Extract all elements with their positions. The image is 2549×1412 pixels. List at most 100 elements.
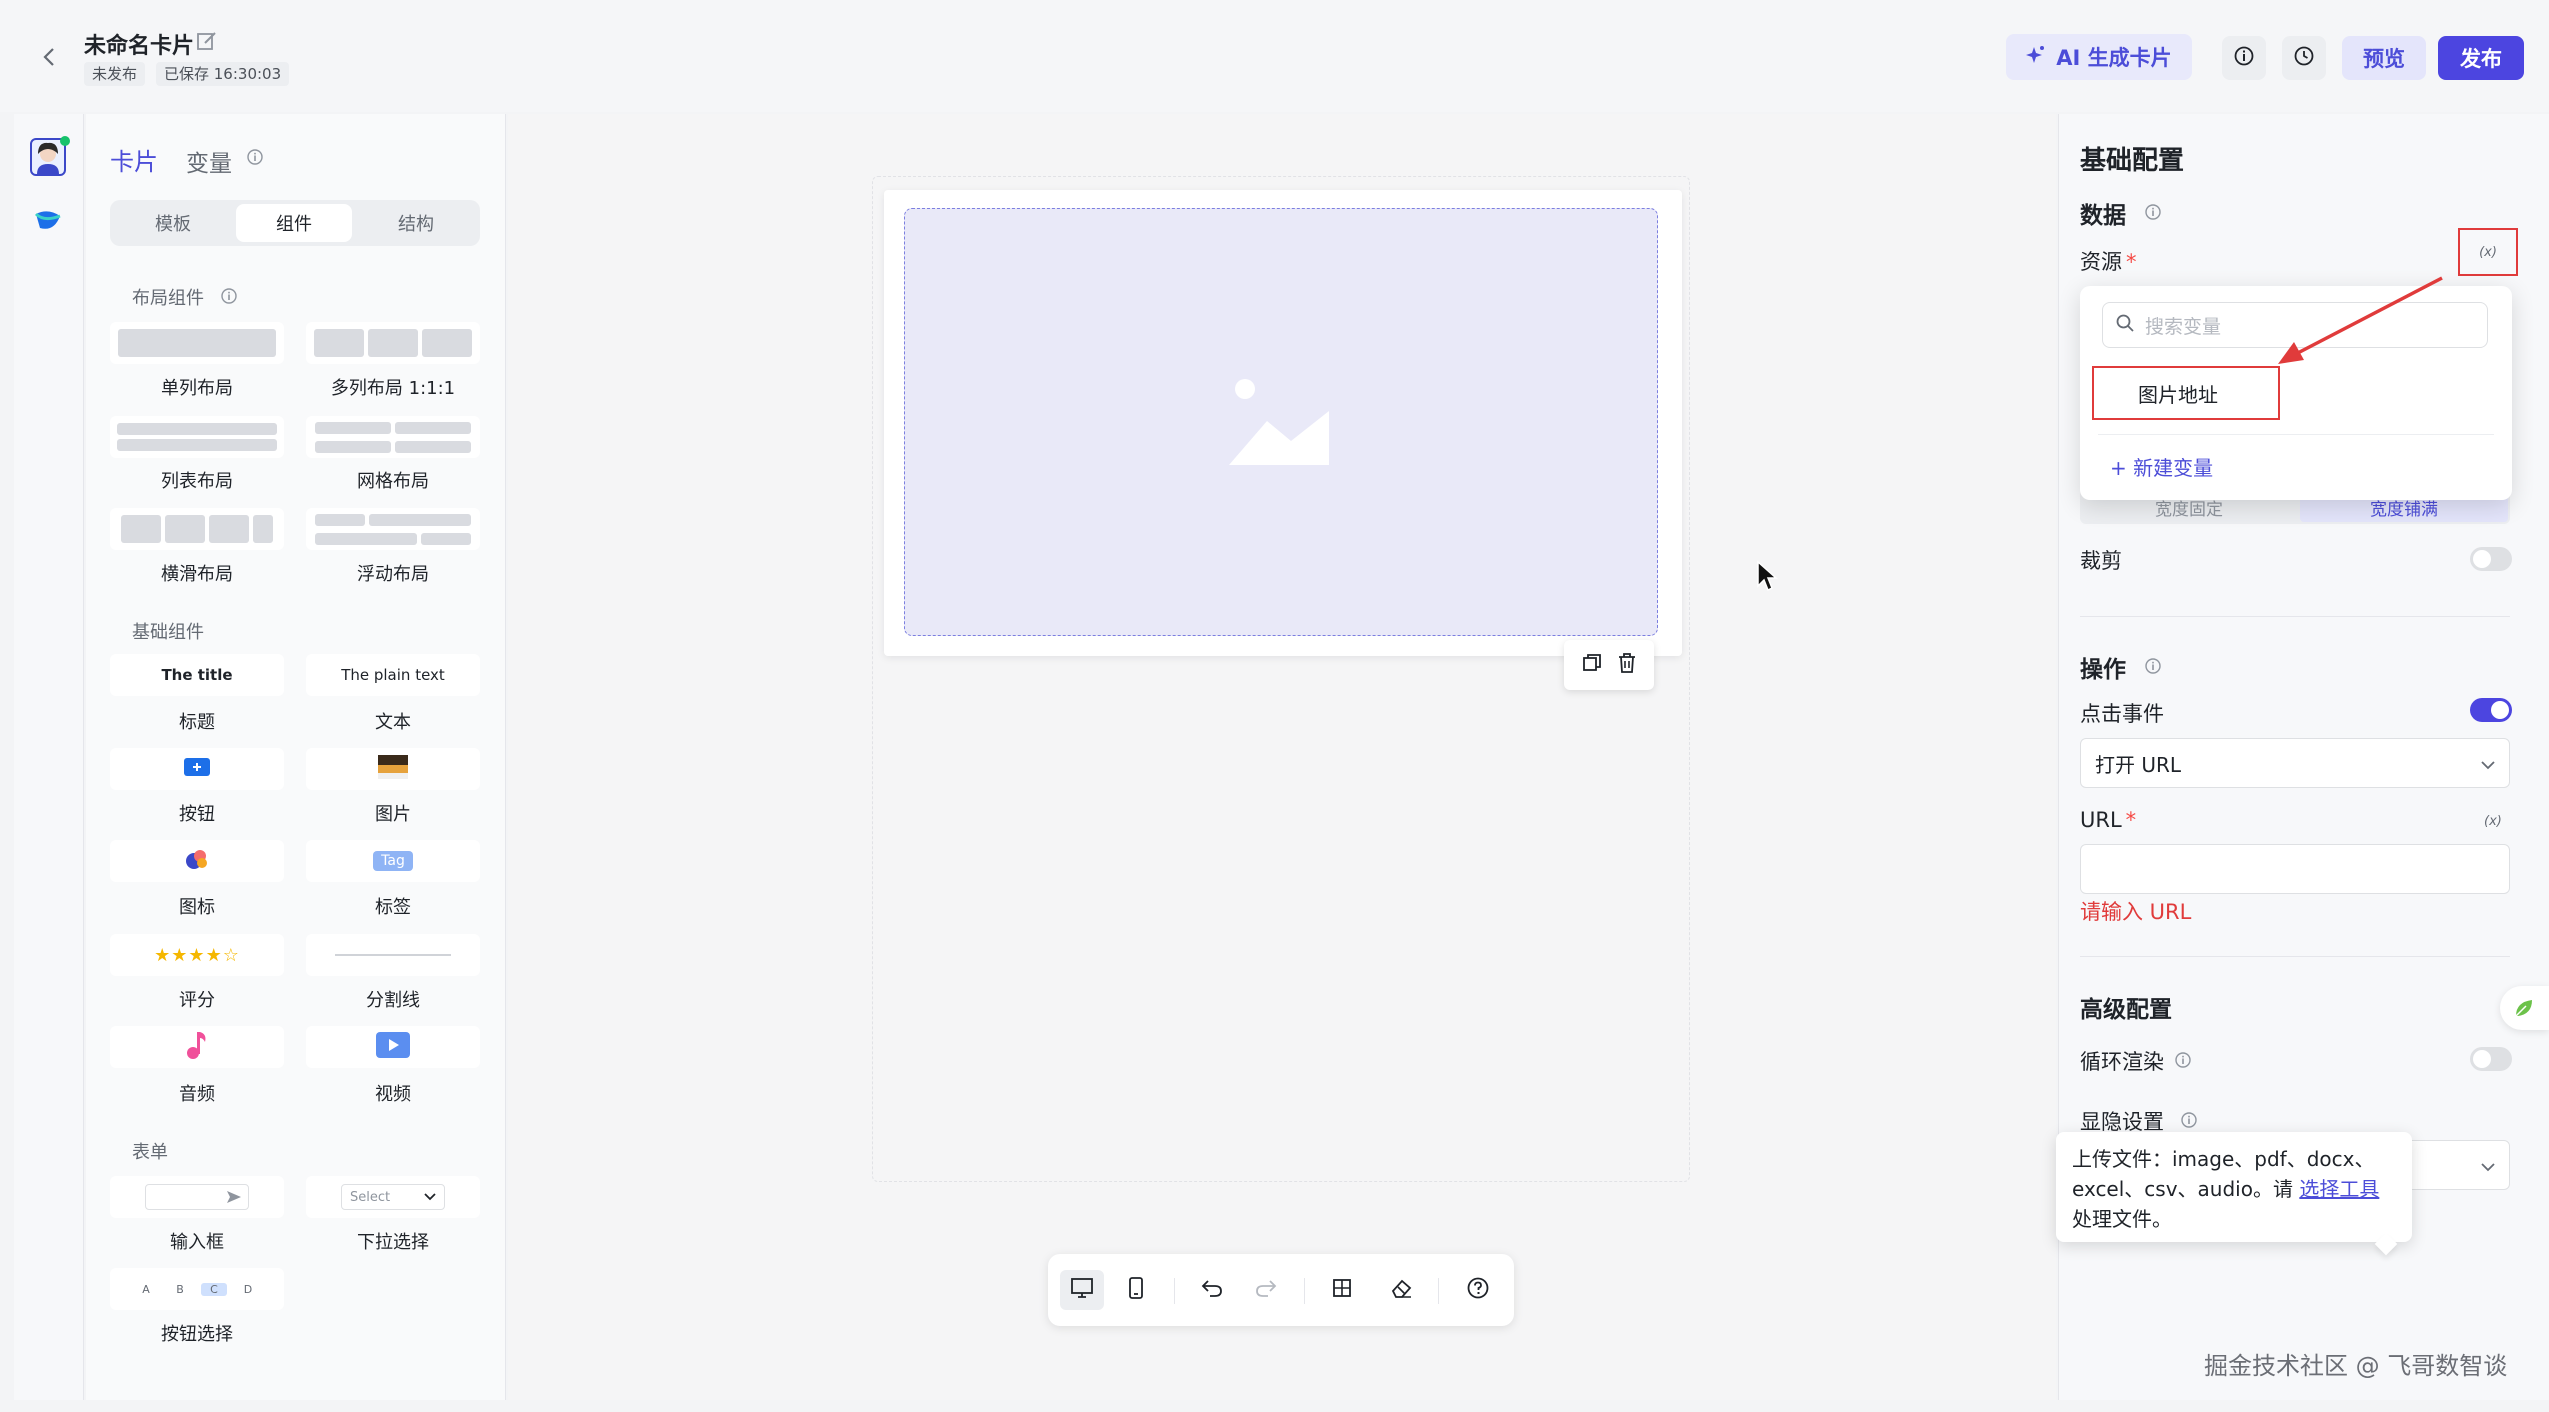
tile-label: 视频 <box>375 1084 411 1105</box>
layout-section-title: 布局组件 <box>132 288 204 309</box>
grid-layout-tile[interactable] <box>306 416 480 458</box>
variable-option-image-url[interactable]: 图片地址 <box>2092 366 2280 420</box>
select-preview: Select <box>341 1184 445 1210</box>
input-component-tile[interactable] <box>110 1176 284 1218</box>
tile-label: 音频 <box>179 1084 215 1105</box>
advanced-heading: 高级配置 <box>2080 997 2172 1023</box>
help-button[interactable] <box>1456 1270 1500 1310</box>
card-title: 未命名卡片 <box>84 34 195 59</box>
annotation-arrow <box>2278 276 2443 364</box>
status-badge: 未发布 <box>84 62 146 86</box>
button-component-tile[interactable] <box>110 748 284 790</box>
preview-button[interactable]: 预览 <box>2342 36 2426 80</box>
rating-component-tile[interactable]: ★★★★☆ <box>110 934 284 976</box>
loop-render-toggle[interactable] <box>2470 1047 2512 1071</box>
publish-button[interactable]: 发布 <box>2438 36 2524 80</box>
copy-icon[interactable] <box>1581 652 1603 679</box>
redo-icon <box>1254 1278 1278 1303</box>
tile-label: 按钮选择 <box>161 1324 233 1345</box>
click-action-value: 打开 URL <box>2095 752 2182 777</box>
tab-variable[interactable]: 变量 <box>186 144 232 178</box>
chevron-down-icon <box>2481 751 2495 775</box>
grid-button[interactable] <box>1320 1270 1364 1310</box>
saved-time-badge: 已保存 16:30:03 <box>156 62 290 86</box>
click-action-select[interactable]: 打开 URL <box>2080 738 2510 788</box>
tile-label: 多列布局 1:1:1 <box>330 378 456 399</box>
trash-icon[interactable] <box>1616 652 1638 679</box>
mobile-view-button[interactable] <box>1114 1270 1158 1310</box>
undo-icon <box>1200 1278 1224 1303</box>
floating-assistant-button[interactable] <box>2500 986 2549 1030</box>
action-heading: 操作 <box>2080 657 2126 683</box>
clock-icon <box>2293 45 2315 72</box>
crop-label: 裁剪 <box>2080 549 2122 573</box>
edit-icon[interactable] <box>196 30 220 54</box>
star-icon: ★★★★☆ <box>154 944 240 966</box>
info-icon <box>2174 1050 2192 1068</box>
variable-picker-button[interactable]: (x) <box>2458 228 2518 276</box>
horizontal-scroll-layout-tile[interactable] <box>110 508 284 550</box>
grid-icon <box>1331 1277 1353 1304</box>
section-divider <box>2080 956 2510 957</box>
redo-button[interactable] <box>1244 1270 1288 1310</box>
config-title: 基础配置 <box>2080 146 2185 176</box>
watermark: 掘金技术社区 @ 飞哥数智谈 <box>2204 1352 2508 1380</box>
icon-component-tile[interactable] <box>110 840 284 882</box>
title-component-tile[interactable]: The title <box>110 654 284 696</box>
info-button[interactable] <box>2222 36 2266 80</box>
tile-label: 标签 <box>375 897 411 918</box>
toolbar-divider <box>1304 1278 1305 1304</box>
list-layout-tile[interactable] <box>110 416 284 458</box>
audio-component-tile[interactable] <box>110 1026 284 1068</box>
app-logo-icon[interactable] <box>32 204 64 236</box>
tag-preview: Tag <box>373 851 413 871</box>
url-input[interactable] <box>2080 844 2510 894</box>
button-icon <box>184 757 210 781</box>
back-icon[interactable] <box>32 40 66 74</box>
tag-component-tile[interactable]: Tag <box>306 840 480 882</box>
button-choice-tile[interactable]: A B C D <box>110 1268 284 1310</box>
info-icon <box>2233 45 2255 72</box>
click-event-toggle[interactable] <box>2470 698 2512 722</box>
crop-toggle[interactable] <box>2470 547 2512 571</box>
desktop-view-button[interactable] <box>1060 1270 1104 1310</box>
tile-label: 单列布局 <box>161 378 233 399</box>
tile-label: 列表布局 <box>161 471 233 492</box>
info-icon <box>220 286 238 304</box>
tile-label: 标题 <box>179 712 215 733</box>
divider-line <box>335 954 451 956</box>
select-preview-label: Select <box>350 1189 391 1205</box>
search-placeholder: 搜索变量 <box>2145 315 2222 338</box>
multi-column-layout-tile[interactable] <box>306 322 480 364</box>
online-status-dot <box>60 136 70 146</box>
ai-generate-button[interactable]: AI 生成卡片 <box>2006 34 2192 80</box>
eraser-icon <box>1390 1277 1414 1304</box>
text-component-tile[interactable]: The plain text <box>306 654 480 696</box>
video-component-tile[interactable] <box>306 1026 480 1068</box>
segment-structure[interactable]: 结构 <box>356 204 476 242</box>
divider-component-tile[interactable] <box>306 934 480 976</box>
segment-templates[interactable]: 模板 <box>114 204 232 242</box>
segment-components[interactable]: 组件 <box>236 204 352 242</box>
tooltip-line: 上传文件：image、pdf、docx、 <box>2072 1147 2375 1171</box>
ai-generate-label: AI 生成卡片 <box>2056 46 2172 70</box>
image-component-tile[interactable] <box>306 748 480 790</box>
undo-button[interactable] <box>1190 1270 1234 1310</box>
search-icon <box>2115 313 2135 338</box>
tab-card[interactable]: 卡片 <box>110 142 158 177</box>
image-placeholder-icon <box>1227 377 1331 472</box>
tile-label: 下拉选择 <box>357 1232 429 1253</box>
info-icon <box>2144 656 2162 674</box>
data-heading: 数据 <box>2080 203 2126 229</box>
select-tool-link[interactable]: 选择工具 <box>2299 1177 2379 1201</box>
new-variable-button[interactable]: + 新建变量 <box>2110 452 2213 481</box>
single-column-layout-tile[interactable] <box>110 322 284 364</box>
clear-button[interactable] <box>1380 1270 1424 1310</box>
select-component-tile[interactable]: Select <box>306 1176 480 1218</box>
history-button[interactable] <box>2282 36 2326 80</box>
tile-label: 横滑布局 <box>161 564 233 585</box>
upload-tooltip: 上传文件：image、pdf、docx、 excel、csv、audio。请 选… <box>2056 1132 2412 1242</box>
variable-icon[interactable]: (x) <box>2484 814 2502 829</box>
image-placeholder[interactable] <box>904 208 1658 636</box>
floating-layout-tile[interactable] <box>306 508 480 550</box>
